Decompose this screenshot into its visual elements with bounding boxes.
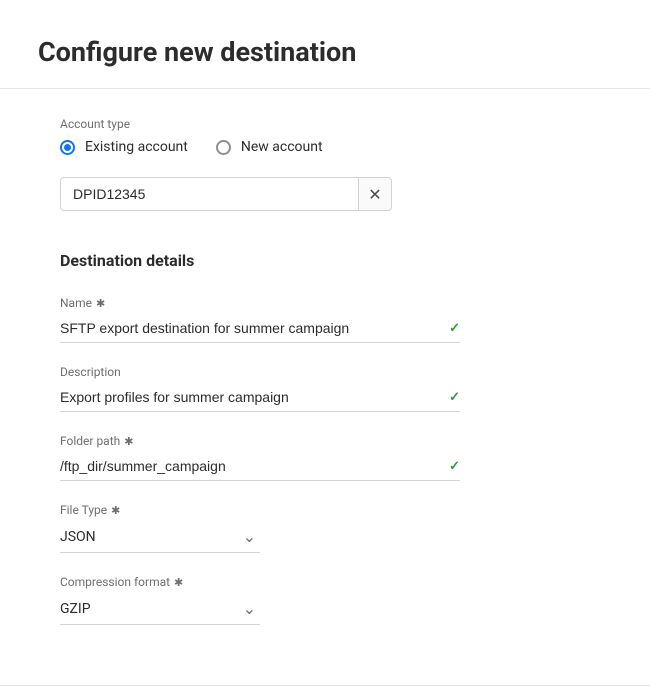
account-search-row: ✕ xyxy=(60,177,392,211)
folder-path-label: Folder path xyxy=(60,434,120,448)
name-input[interactable] xyxy=(60,320,441,336)
compression-value: GZIP xyxy=(60,601,91,617)
description-label: Description xyxy=(60,365,121,379)
radio-new-account[interactable]: New account xyxy=(216,139,323,155)
compression-field: Compression format ✱ GZIP ⌄ xyxy=(60,575,260,625)
chevron-down-icon: ⌄ xyxy=(243,599,256,618)
check-icon: ✓ xyxy=(449,390,460,405)
radio-selected-icon xyxy=(60,140,75,155)
account-type-radio-group: Existing account New account xyxy=(60,139,482,155)
required-icon: ✱ xyxy=(96,297,105,310)
required-icon: ✱ xyxy=(174,576,183,589)
file-type-value: JSON xyxy=(60,529,96,545)
name-field: Name ✱ ✓ xyxy=(60,296,460,343)
account-search-input[interactable] xyxy=(60,177,358,211)
radio-existing-label: Existing account xyxy=(85,139,188,155)
check-icon: ✓ xyxy=(449,321,460,336)
radio-existing-account[interactable]: Existing account xyxy=(60,139,188,155)
file-type-select[interactable]: JSON ⌄ xyxy=(60,523,260,553)
check-icon: ✓ xyxy=(449,459,460,474)
radio-new-label: New account xyxy=(241,139,323,155)
required-icon: ✱ xyxy=(124,435,133,448)
page-title: Configure new destination xyxy=(38,36,612,68)
account-type-label: Account type xyxy=(60,117,482,131)
file-type-label: File Type xyxy=(60,503,107,517)
compression-label: Compression format xyxy=(60,575,170,589)
name-label: Name xyxy=(60,296,92,310)
chevron-down-icon: ⌄ xyxy=(243,527,256,546)
compression-select[interactable]: GZIP ⌄ xyxy=(60,595,260,625)
folder-path-input[interactable] xyxy=(60,458,441,474)
destination-details-heading: Destination details xyxy=(60,251,482,270)
description-input[interactable] xyxy=(60,389,441,405)
radio-unselected-icon xyxy=(216,140,231,155)
folder-path-field: Folder path ✱ ✓ xyxy=(60,434,460,481)
required-icon: ✱ xyxy=(111,504,120,517)
description-field: Description ✓ xyxy=(60,365,460,412)
clear-search-button[interactable]: ✕ xyxy=(358,177,392,211)
close-icon: ✕ xyxy=(368,185,381,204)
file-type-field: File Type ✱ JSON ⌄ xyxy=(60,503,260,553)
